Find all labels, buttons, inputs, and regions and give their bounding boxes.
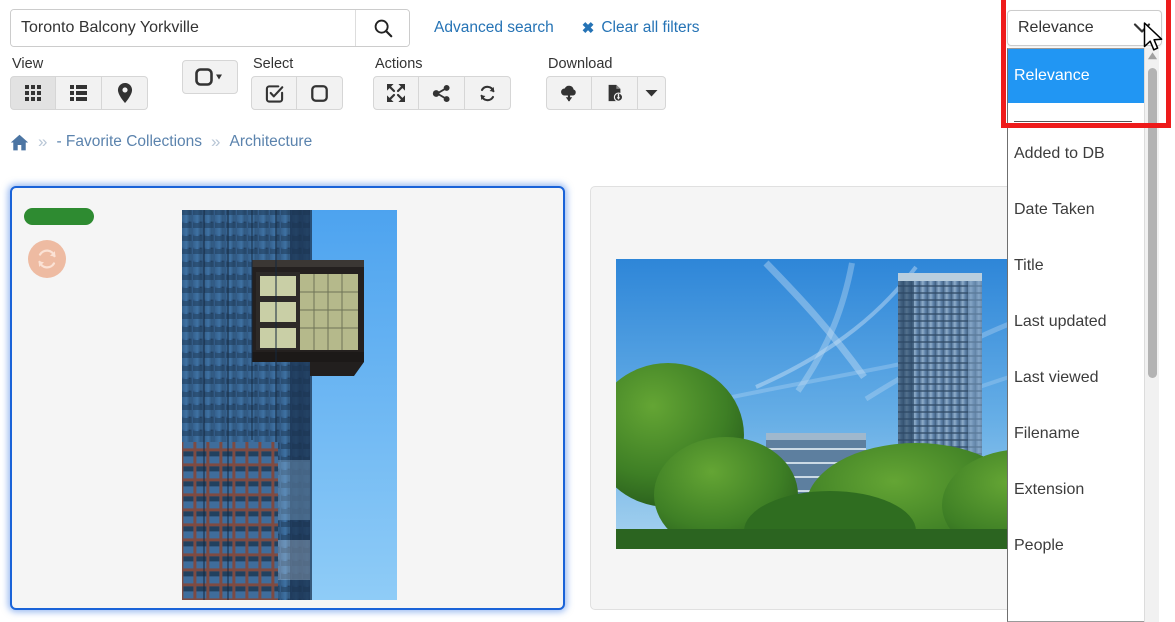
sort-option-title[interactable]: Title (1008, 238, 1158, 294)
download-menu-button[interactable] (638, 76, 666, 110)
expand-button[interactable] (373, 76, 419, 110)
toolbar: View Select Actions Download (0, 56, 1000, 124)
cloud-download-icon (561, 85, 576, 102)
select-none-button[interactable] (297, 76, 343, 110)
home-icon[interactable] (10, 134, 29, 151)
map-pin-icon (117, 83, 132, 103)
sort-option-people[interactable]: People (1008, 518, 1158, 574)
select-all-button[interactable] (251, 76, 297, 110)
status-badge (24, 208, 94, 225)
view-grid-button[interactable] (10, 76, 56, 110)
x-mark-icon: ✖ (581, 20, 595, 37)
results-grid (0, 180, 1175, 622)
sort-option-filename[interactable]: Filename (1008, 406, 1158, 462)
caret-down-icon (645, 90, 658, 97)
breadcrumb-separator-2: » (211, 132, 221, 151)
toolbar-group-thumbsize (182, 56, 238, 94)
sort-select-value: Relevance (1018, 19, 1094, 36)
toolbar-group-view: View (10, 56, 148, 110)
breadcrumb: » - Favorite Collections » Architecture (10, 132, 312, 152)
grid-icon (25, 85, 41, 101)
result-card-1[interactable] (10, 186, 565, 610)
breadcrumb-item-architecture[interactable]: Architecture (230, 133, 313, 151)
clear-all-filters-label: Clear all filters (601, 19, 700, 36)
sort-option-relevance[interactable]: Relevance (1008, 49, 1158, 103)
search-button[interactable] (355, 10, 409, 46)
file-download-icon (608, 84, 624, 102)
dropdown-scrollbar[interactable] (1144, 48, 1159, 622)
scroll-up-arrow-icon[interactable] (1145, 48, 1159, 64)
share-button[interactable] (419, 76, 465, 110)
refresh-circle-icon[interactable] (28, 240, 66, 278)
download-file-button[interactable] (592, 76, 638, 110)
sort-dropdown-menu[interactable]: Relevance Added to DB Date Taken Title L… (1007, 48, 1159, 622)
thumb-size-button[interactable] (182, 60, 238, 94)
refresh-icon (480, 85, 495, 101)
breadcrumb-item-favorite-collections[interactable]: - Favorite Collections (56, 133, 202, 151)
group-label-view: View (12, 56, 44, 72)
sort-option-added-to-db[interactable]: Added to DB (1008, 126, 1158, 182)
result-thumbnail-1[interactable] (182, 210, 397, 600)
checked-square-icon (265, 84, 283, 103)
rounded-square-caret-icon (195, 68, 222, 86)
download-cloud-button[interactable] (546, 76, 592, 110)
magnifier-icon (374, 19, 392, 38)
toolbar-group-select: Select (251, 56, 343, 110)
sort-option-last-updated[interactable]: Last updated (1008, 294, 1158, 350)
clear-all-filters-link[interactable]: ✖ Clear all filters (582, 19, 700, 37)
sort-select[interactable]: Relevance (1007, 10, 1162, 46)
dropdown-divider (1014, 121, 1132, 122)
group-label-select: Select (253, 56, 294, 72)
view-list-button[interactable] (56, 76, 102, 110)
search-box (10, 9, 410, 47)
breadcrumb-separator: » (38, 132, 48, 151)
app-root: Advanced search ✖ Clear all filters View (0, 0, 1175, 622)
view-map-button[interactable] (102, 76, 148, 110)
sort-option-last-viewed[interactable]: Last viewed (1008, 350, 1158, 406)
group-label-download: Download (548, 56, 613, 72)
toolbar-group-download: Download (546, 56, 666, 110)
share-nodes-icon (432, 84, 450, 102)
refresh-button[interactable] (465, 76, 511, 110)
group-label-actions: Actions (375, 56, 423, 72)
list-icon (70, 85, 87, 101)
search-input[interactable] (11, 10, 355, 46)
dropdown-scrollbar-thumb[interactable] (1148, 68, 1157, 378)
toolbar-group-actions: Actions (373, 56, 511, 110)
sort-option-extension[interactable]: Extension (1008, 462, 1158, 518)
search-bar: Advanced search ✖ Clear all filters (0, 0, 1175, 56)
advanced-search-link[interactable]: Advanced search (434, 19, 554, 37)
sort-option-date-taken[interactable]: Date Taken (1008, 182, 1158, 238)
empty-square-icon (311, 84, 328, 102)
expand-arrows-icon (387, 84, 405, 102)
chevron-down-icon (1133, 23, 1151, 33)
